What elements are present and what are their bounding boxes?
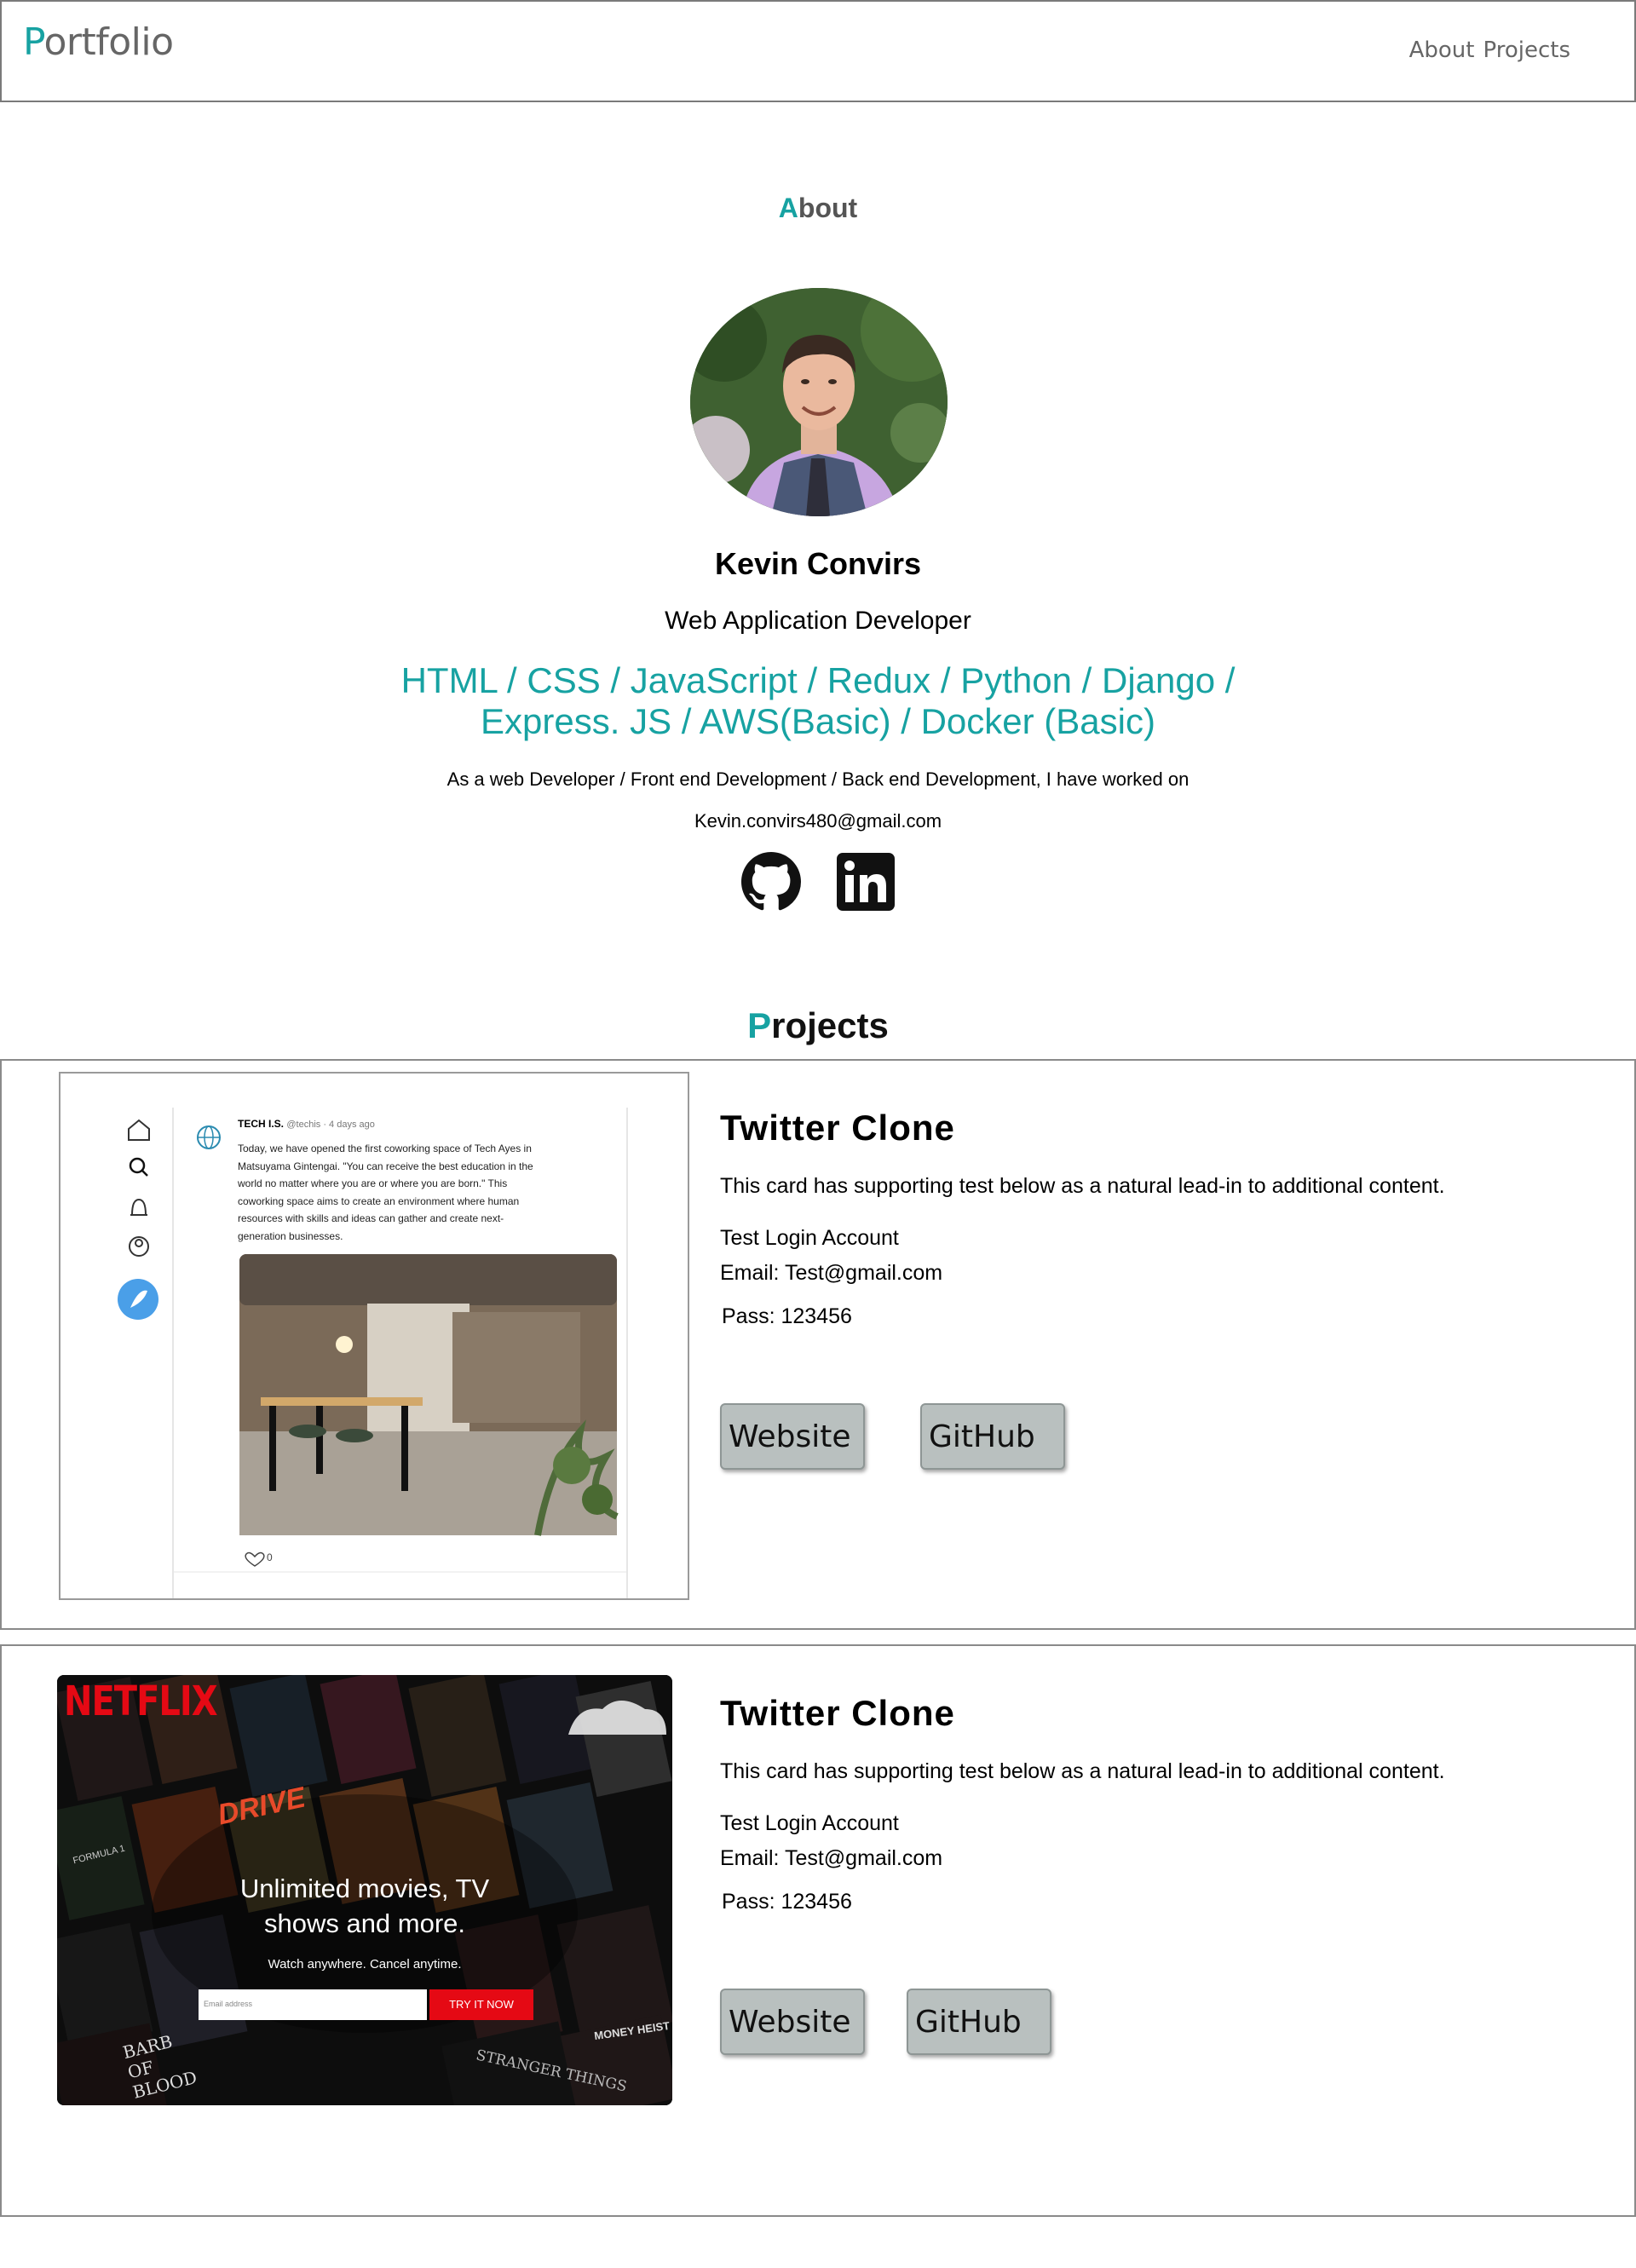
github-icon[interactable]	[741, 852, 801, 912]
project-title: Twitter Clone	[720, 1693, 955, 1733]
project-login-email: Email: Test@gmail.com	[720, 1846, 943, 1870]
linkedin-icon[interactable]	[836, 852, 896, 912]
tweet-line: resources with skills and ideas can gath…	[238, 1212, 504, 1224]
project-description: This card has supporting test below as a…	[720, 1759, 1445, 1783]
tweet-line: generation businesses.	[238, 1229, 343, 1242]
about-section-title: About	[0, 193, 1636, 224]
projects-title-rest: rojects	[771, 1005, 889, 1045]
brand-rest: ortfolio	[43, 20, 174, 64]
netflix-cta-button: TRY IT NOW	[449, 1998, 514, 2011]
about-title-rest: bout	[798, 193, 858, 223]
profile-email[interactable]: Kevin.convirs480@gmail.com	[0, 810, 1636, 832]
project-login-pass: Pass: 123456	[722, 1304, 852, 1328]
tweet-header: TECH I.S. @techis · 4 days ago	[238, 1118, 375, 1130]
twitter-clone-screenshot: TECH I.S. @techis · 4 days ago Today, we…	[59, 1072, 689, 1600]
website-button[interactable]: Website	[720, 1989, 865, 2055]
netflix-headline-line: shows and more.	[263, 1908, 466, 1938]
profile-description: As a web Developer / Front end Developme…	[446, 768, 1190, 790]
profile-name: Kevin Convirs	[714, 546, 922, 581]
project-login-email: Email: Test@gmail.com	[720, 1261, 943, 1285]
project-card: NETFLIX Unlimited movies, TV shows and m…	[0, 1644, 1636, 2217]
nav-link-projects[interactable]: Projects	[1483, 37, 1570, 63]
tweet-line: Today, we have opened the first coworkin…	[238, 1143, 532, 1154]
brand-logo[interactable]: Portfolio	[23, 20, 174, 64]
skills-list: HTML / CSS / JavaScript / Redux / Python…	[0, 660, 1636, 742]
netflix-headline-line: Unlimited movies, TV	[239, 1874, 490, 1903]
tweet-line: coworking space aims to create an enviro…	[238, 1194, 520, 1207]
home-icon	[128, 1119, 150, 1141]
brand-first-letter: P	[23, 20, 44, 64]
nav-link-about[interactable]: About	[1409, 37, 1475, 63]
netflix-email-input: Email address	[204, 2000, 253, 2008]
projects-title-first: P	[747, 1005, 772, 1045]
nav-links: About Projects	[1409, 37, 1570, 63]
avatar	[690, 288, 948, 516]
github-button[interactable]: GitHub	[920, 1403, 1065, 1470]
projects-section-title: Projects	[0, 1005, 1636, 1046]
project-login-label: Test Login Account	[720, 1811, 899, 1835]
tweet-account: TECH I.S.	[238, 1118, 285, 1130]
project-login-pass: Pass: 123456	[722, 1890, 852, 1914]
tweet-handle: @techis · 4 days ago	[286, 1120, 375, 1130]
profile-role: Web Application Developer	[665, 607, 971, 635]
project-login-label: Test Login Account	[720, 1226, 899, 1250]
tweet-like-count: 0	[267, 1551, 273, 1563]
tweet-body: Today, we have opened the first coworkin…	[238, 1140, 533, 1245]
website-button[interactable]: Website	[720, 1403, 865, 1470]
project-description: This card has supporting test below as a…	[720, 1174, 1445, 1198]
skills-line-1: HTML / CSS / JavaScript / Redux / Python…	[400, 660, 1236, 700]
project-card: TECH I.S. @techis · 4 days ago Today, we…	[0, 1059, 1636, 1630]
skills-line-2: Express. JS / AWS(Basic) / Docker (Basic…	[481, 701, 1155, 741]
netflix-clone-screenshot: NETFLIX Unlimited movies, TV shows and m…	[57, 1675, 672, 2105]
navbar: Portfolio About Projects	[0, 0, 1636, 102]
about-title-first: A	[778, 193, 798, 223]
netflix-logo: NETFLIX	[64, 1678, 218, 1726]
github-button[interactable]: GitHub	[907, 1989, 1051, 2055]
project-title: Twitter Clone	[720, 1108, 955, 1148]
netflix-subtext: Watch anywhere. Cancel anytime.	[268, 1957, 462, 1972]
netflix-headline: Unlimited movies, TV shows and more.	[57, 1871, 672, 1941]
tweet-line: world no matter where you are or where y…	[238, 1177, 508, 1189]
tweet-line: Matsuyama Gintengai. "You can receive th…	[238, 1160, 533, 1172]
